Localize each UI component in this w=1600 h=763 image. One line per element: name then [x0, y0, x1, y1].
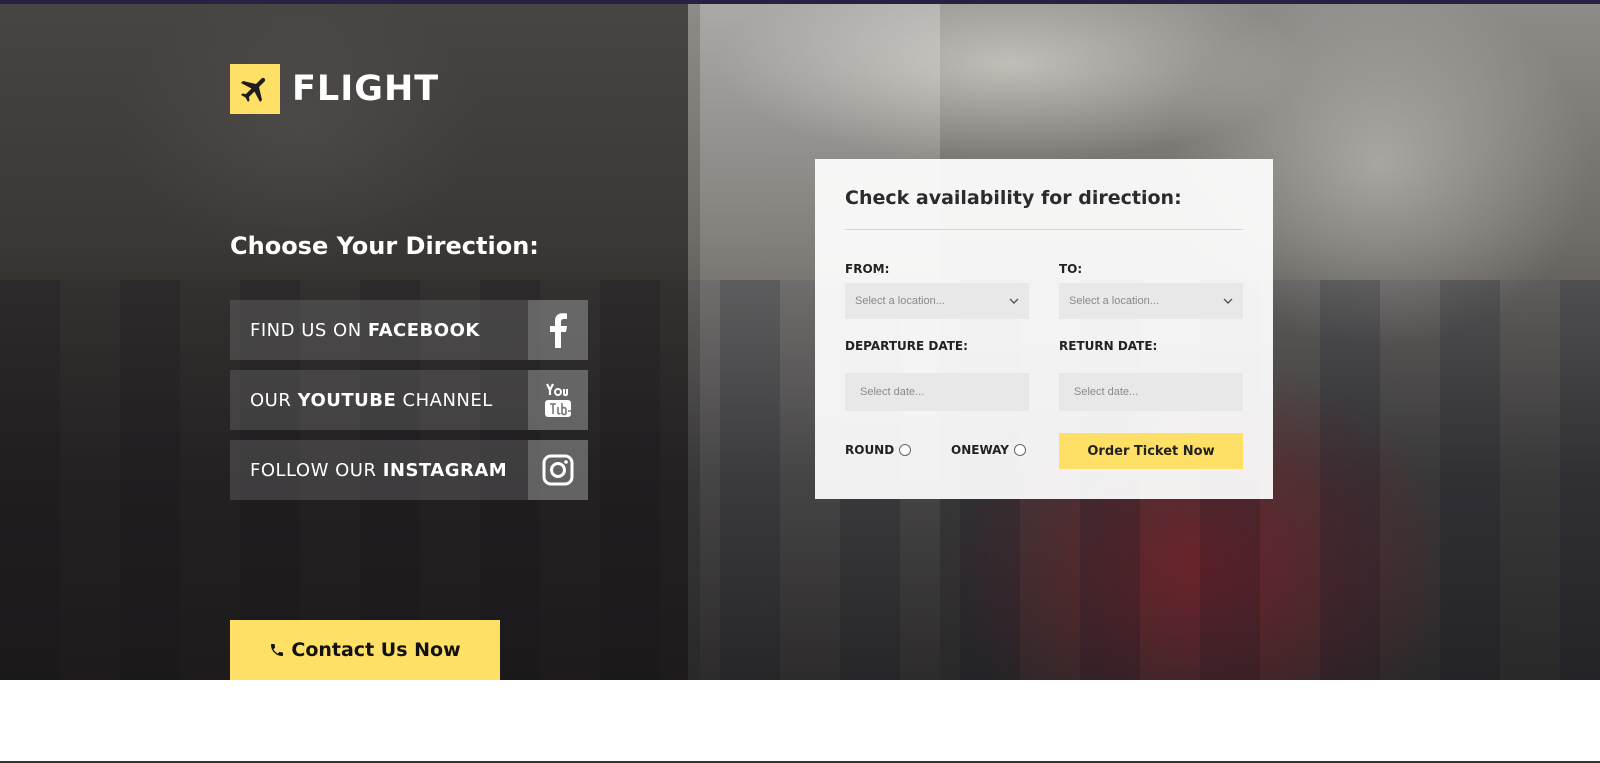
youtube-link-label: OUR YOUTUBE CHANNEL [250, 389, 493, 411]
order-ticket-button[interactable]: Order Ticket Now [1059, 433, 1243, 469]
return-date-placeholder: Select date... [1074, 386, 1139, 398]
oneway-radio-circle[interactable] [1013, 444, 1026, 456]
phone-icon [269, 642, 285, 658]
instagram-link-label: FOLLOW OUR INSTAGRAM [250, 459, 508, 481]
return-date-field[interactable]: Select date... [1059, 373, 1243, 411]
departure-date-field[interactable]: Select date... [845, 373, 1029, 411]
from-select[interactable]: Select a location... [845, 283, 1029, 319]
contact-us-label: Contact Us Now [291, 639, 461, 661]
contact-us-button[interactable]: Contact Us Now [230, 620, 500, 680]
to-select[interactable]: Select a location... [1059, 283, 1243, 319]
facebook-link[interactable]: FIND US ON FACEBOOK [230, 300, 588, 360]
instagram-link[interactable]: FOLLOW OUR INSTAGRAM [230, 440, 588, 500]
airplane-icon [230, 64, 280, 114]
chevron-down-icon [1223, 295, 1233, 307]
choose-direction-heading: Choose Your Direction: [230, 232, 539, 260]
site-logo[interactable]: FLIGHT [230, 64, 439, 114]
form-divider [845, 229, 1243, 230]
youtube-icon [528, 370, 588, 430]
departure-date-placeholder: Select date... [860, 386, 925, 398]
return-date-label: RETURN DATE: [1059, 339, 1158, 353]
availability-form: Check availability for direction: FROM: … [815, 159, 1273, 499]
logo-text: FLIGHT [292, 69, 440, 109]
facebook-link-label: FIND US ON FACEBOOK [250, 319, 480, 341]
oneway-label: ONEWAY [951, 443, 1009, 457]
youtube-link[interactable]: OUR YOUTUBE CHANNEL [230, 370, 588, 430]
oneway-radio[interactable]: ONEWAY [951, 443, 1026, 457]
round-radio-circle[interactable] [899, 444, 912, 456]
departure-date-label: DEPARTURE DATE: [845, 339, 968, 353]
facebook-icon [528, 300, 588, 360]
form-title: Check availability for direction: [845, 187, 1182, 209]
instagram-icon [528, 440, 588, 500]
to-label: TO: [1059, 262, 1083, 276]
round-trip-radio[interactable]: ROUND [845, 443, 912, 457]
from-select-value: Select a location... [855, 295, 945, 307]
from-label: FROM: [845, 262, 890, 276]
to-select-value: Select a location... [1069, 295, 1159, 307]
order-ticket-label: Order Ticket Now [1087, 443, 1215, 459]
round-trip-label: ROUND [845, 443, 895, 457]
chevron-down-icon [1009, 295, 1019, 307]
